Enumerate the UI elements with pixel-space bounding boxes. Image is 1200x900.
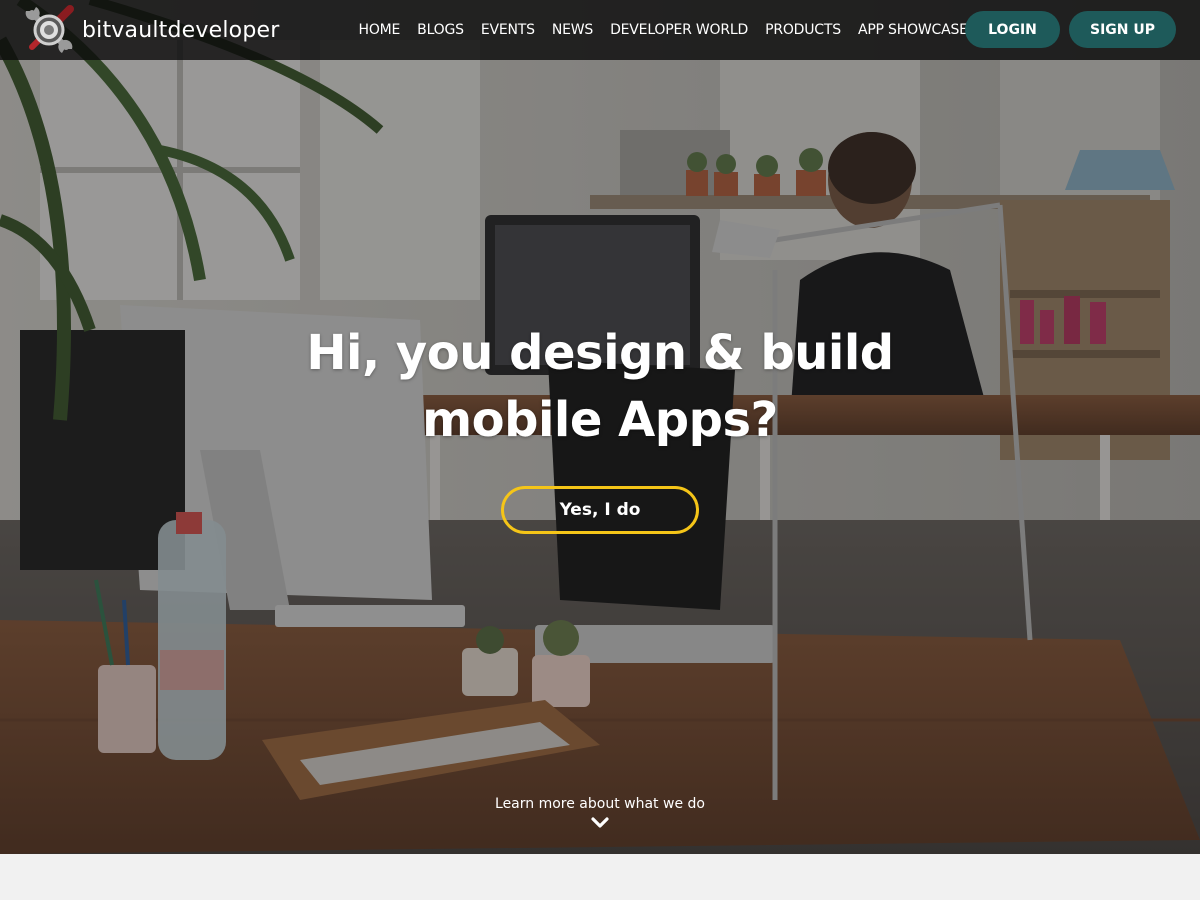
top-navbar: bitvaultdeveloper HOME BLOGS EVENTS NEWS… (0, 0, 1200, 60)
nav-news[interactable]: NEWS (543, 22, 601, 38)
hero-section: Hi, you design & build mobile Apps? Yes,… (0, 0, 1200, 854)
next-section-area (0, 854, 1200, 900)
wrench-screwdriver-gear-icon (25, 5, 74, 53)
nav-app-showcase[interactable]: APP SHOWCASE (849, 22, 976, 38)
login-button[interactable]: LOGIN (965, 11, 1060, 48)
sign-up-button[interactable]: SIGN UP (1069, 11, 1176, 48)
nav-products[interactable]: PRODUCTS (757, 22, 850, 38)
hero-title: Hi, you design & build mobile Apps? (300, 320, 900, 454)
brand-home-link[interactable]: bitvaultdeveloper (22, 3, 279, 57)
nav-events[interactable]: EVENTS (472, 22, 543, 38)
main-navigation: HOME BLOGS EVENTS NEWS DEVELOPER WORLD P… (350, 0, 976, 60)
hero-title-line-2: mobile Apps? (422, 392, 778, 448)
learn-more-label: Learn more about what we do (495, 796, 705, 812)
hero-title-line-1: Hi, you design & build (306, 325, 894, 381)
nav-developer-world[interactable]: DEVELOPER WORLD (602, 22, 757, 38)
brand-name: bitvaultdeveloper (82, 17, 280, 43)
nav-home[interactable]: HOME (350, 22, 409, 38)
hero-content: Hi, you design & build mobile Apps? Yes,… (0, 0, 1200, 854)
chevron-down-icon (591, 817, 609, 828)
learn-more-link[interactable]: Learn more about what we do (400, 794, 800, 830)
yes-i-do-button[interactable]: Yes, I do (501, 486, 699, 534)
nav-blogs[interactable]: BLOGS (409, 22, 473, 38)
